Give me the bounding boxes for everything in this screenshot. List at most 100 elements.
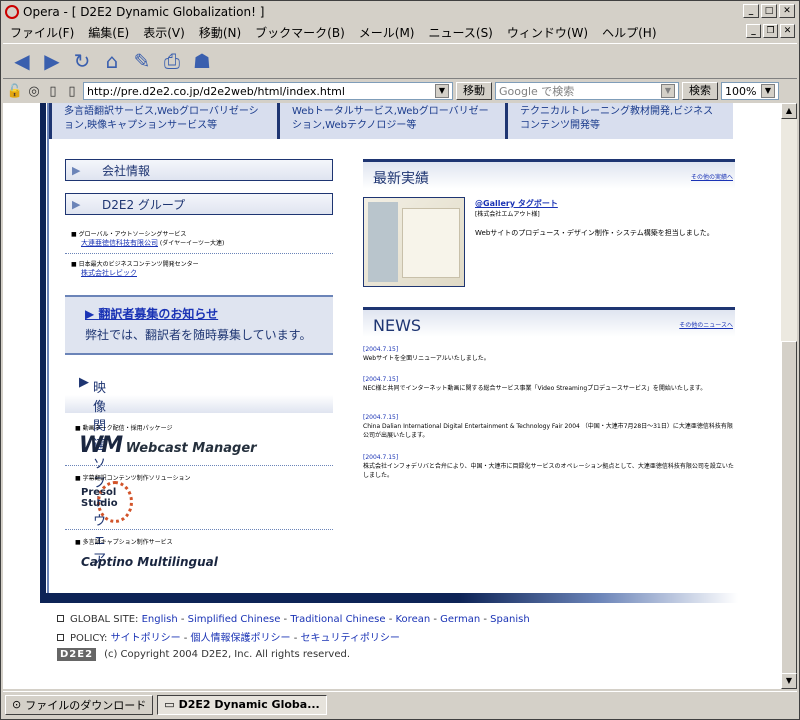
maximize-button[interactable]: □ <box>761 4 777 18</box>
news-item: [2004.7.15] NEC様と共同でインターネット動画に関する総合サービス事… <box>363 375 735 393</box>
service-nav-translation[interactable]: 多言語翻訳サービス,Webグローバリゼーション,映像キャプションサービス等 <box>49 103 277 139</box>
user-icon[interactable]: ☗ <box>189 48 215 74</box>
address-toolbar: 🔓 ◎ ▯ ▯ http://pre.d2e2.co.jp/d2e2web/ht… <box>3 80 797 102</box>
results-title: 最新実績 <box>373 171 429 187</box>
divider <box>65 253 333 254</box>
footer-bar <box>40 593 738 603</box>
policy-links: POLICY: サイトポリシー - 個人情報保護ポリシー - セキュリティポリシ… <box>57 629 400 644</box>
menu-bar: ファイル(F) 編集(E) 表示(V) 移動(N) ブックマーク(B) メール(… <box>3 23 797 42</box>
zoom-dropdown-icon[interactable]: ▼ <box>761 84 775 98</box>
news-more-link[interactable]: その他のニュースへ <box>679 320 733 329</box>
news-text: 株式会社インフォデリバと合弁により、中国・大連市に目録化サービスのオペレーション… <box>363 463 734 479</box>
link-english[interactable]: English <box>142 614 178 625</box>
mdi-minimize-button[interactable]: _ <box>746 24 761 38</box>
download-icon: ⊙ <box>12 698 22 711</box>
mdi-restore-button[interactable]: ❐ <box>763 24 778 38</box>
group-item-link[interactable]: 株式会社レビック <box>81 269 137 277</box>
new-page-icon[interactable]: ▯ <box>64 83 80 99</box>
minimize-button[interactable]: _ <box>743 4 759 18</box>
link-privacy-policy[interactable]: 個人情報保護ポリシー <box>191 633 291 644</box>
zoom-select[interactable]: 100% ▼ <box>721 82 779 100</box>
vertical-scrollbar[interactable]: ▲ ▼ <box>781 103 797 689</box>
group-item-desc: グローバル・アウトソーシングサービス <box>78 231 187 238</box>
window-title: Opera - [ D2E2 Dynamic Globalization! ] <box>23 5 265 19</box>
copyright-line: D2E2 (c) Copyright 2004 D2E2, Inc. All ri… <box>57 648 350 661</box>
software-desc-text: 動画ネーク配信・採用パッケージ <box>82 425 173 432</box>
company-info-link[interactable]: ▶ 会社情報 <box>65 159 333 181</box>
search-input[interactable]: Google で検索 ▼ <box>495 82 679 100</box>
captino-logo[interactable]: Captino Multilingual <box>81 555 218 569</box>
menu-mail[interactable]: メール(M) <box>352 24 422 41</box>
reload-icon[interactable]: ↻ <box>69 48 95 74</box>
mdi-close-button[interactable]: ✕ <box>780 24 795 38</box>
go-button[interactable]: 移動 <box>456 82 492 100</box>
menu-view[interactable]: 表示(V) <box>136 24 192 41</box>
menu-edit[interactable]: 編集(E) <box>81 24 136 41</box>
software-desc: ■ 多言語キャプション制作サービス <box>75 539 173 546</box>
presol-studio-logo[interactable]: Presol Studio <box>77 481 137 529</box>
scroll-thumb[interactable] <box>781 341 797 675</box>
d2e2-logo: D2E2 <box>57 648 97 661</box>
link-simplified-chinese[interactable]: Simplified Chinese <box>188 614 281 625</box>
video-software-heading: ▶ 映像関連ソフトウェア <box>65 373 333 567</box>
menu-news[interactable]: ニュース(S) <box>421 24 499 41</box>
task-download-label: ファイルのダウンロード <box>25 698 147 712</box>
security-lock-icon[interactable]: 🔓 <box>7 83 23 99</box>
global-site-label: GLOBAL SITE: <box>70 614 139 625</box>
link-german[interactable]: German <box>440 614 480 625</box>
recruit-title[interactable]: ▶ 翻訳者募集のお知らせ <box>85 305 218 322</box>
back-arrow-icon[interactable]: ◀ <box>9 48 35 74</box>
menu-window[interactable]: ウィンドウ(W) <box>500 24 595 41</box>
news-title: NEWS <box>373 316 422 335</box>
group-link[interactable]: ▶ D2E2 グループ <box>65 193 333 215</box>
task-download[interactable]: ⊙ ファイルのダウンロード <box>5 694 154 715</box>
close-button[interactable]: ✕ <box>779 4 795 18</box>
task-d2e2-page[interactable]: ▭ D2E2 Dynamic Globa... <box>157 694 327 715</box>
address-input[interactable]: http://pre.d2e2.co.jp/d2e2web/html/index… <box>83 82 453 100</box>
document-icon[interactable]: ▯ <box>45 83 61 99</box>
arrow-icon: ▶ <box>72 197 81 211</box>
gallery-link[interactable]: @Gallery タグボート <box>475 198 558 209</box>
zoom-value: 100% <box>725 84 757 98</box>
software-desc: ■ 動画ネーク配信・採用パッケージ <box>75 425 173 432</box>
address-value: http://pre.d2e2.co.jp/d2e2web/html/index… <box>87 84 345 98</box>
link-spanish[interactable]: Spanish <box>490 614 530 625</box>
scroll-up-icon[interactable]: ▲ <box>781 103 797 119</box>
address-dropdown-icon[interactable]: ▼ <box>435 84 449 98</box>
page-left-border <box>40 103 46 595</box>
link-security-policy[interactable]: セキュリティポリシー <box>301 633 400 644</box>
hotlist-icon[interactable]: ✎ <box>129 48 155 74</box>
group-item-link[interactable]: 大連亜徳信科技有限公司 <box>81 239 158 247</box>
search-placeholder: Google で検索 <box>499 85 575 98</box>
page-info-icon[interactable]: ◎ <box>26 83 42 99</box>
link-traditional-chinese[interactable]: Traditional Chinese <box>290 614 385 625</box>
link-site-policy[interactable]: サイトポリシー <box>111 633 181 644</box>
service-nav: 多言語翻訳サービス,Webグローバリゼーション,映像キャプションサービス等 We… <box>49 103 735 139</box>
news-item: [2004.7.15] 株式会社インフォデリバと合弁により、中国・大連市に目録化… <box>363 453 735 480</box>
menu-help[interactable]: ヘルプ(H) <box>595 24 663 41</box>
menu-bookmarks[interactable]: ブックマーク(B) <box>248 24 352 41</box>
gallery-thumbnail[interactable] <box>363 197 465 287</box>
webcast-manager-name: Webcast Manager <box>125 441 257 456</box>
service-nav-training[interactable]: テクニカルトレーニング教材開発,ビジネスコンテンツ開発等 <box>505 103 733 139</box>
menu-file[interactable]: ファイル(F) <box>3 24 81 41</box>
service-nav-web[interactable]: Webトータルサービス,Webグローバリゼーション,Webテクノロジー等 <box>277 103 505 139</box>
gallery-company: [株式会社エムアウト様] <box>475 211 540 218</box>
results-more-link[interactable]: その他の実績へ <box>691 172 733 181</box>
scroll-down-icon[interactable]: ▼ <box>781 673 797 689</box>
title-bar: Opera - [ D2E2 Dynamic Globalization! ] … <box>3 3 797 21</box>
group-item: ■ グローバル・アウトソーシングサービス 大連亜徳信科技有限公司 (ダイヤーイー… <box>71 231 225 247</box>
forward-arrow-icon[interactable]: ▶ <box>39 48 65 74</box>
search-button[interactable]: 検索 <box>682 82 718 100</box>
menu-navigate[interactable]: 移動(N) <box>192 24 248 41</box>
page-left-border-inner <box>47 103 49 595</box>
search-dropdown-icon[interactable]: ▼ <box>661 84 675 98</box>
home-icon[interactable]: ⌂ <box>99 48 125 74</box>
print-icon[interactable]: ⎙ <box>159 48 185 74</box>
news-date: [2004.7.15] <box>363 454 399 461</box>
webcast-manager-logo[interactable]: WM Webcast Manager <box>79 433 257 458</box>
opera-logo-icon <box>5 5 19 19</box>
global-site-links: GLOBAL SITE: English - Simplified Chines… <box>57 614 530 625</box>
link-korean[interactable]: Korean <box>396 614 431 625</box>
news-item: [2004.7.15] Webサイトを全面リニューアルいたしました。 <box>363 345 735 363</box>
